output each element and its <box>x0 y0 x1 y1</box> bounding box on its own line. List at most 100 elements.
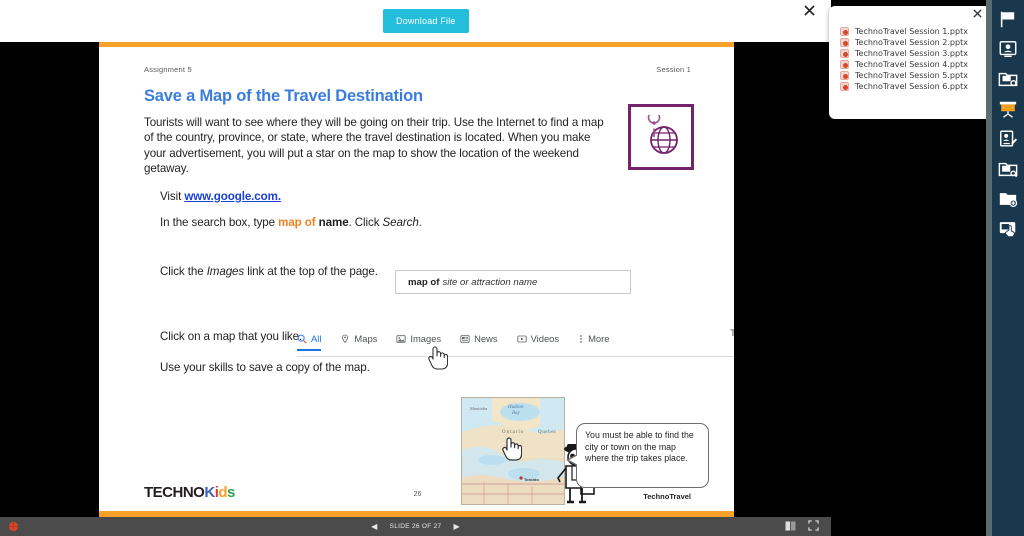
app-icon[interactable] <box>0 521 26 532</box>
step-search: In the search box, type map of name. Cli… <box>160 216 691 229</box>
search-icon <box>297 334 307 344</box>
more-vertical-icon <box>580 334 582 343</box>
page-view-icon[interactable] <box>785 518 796 536</box>
session-label: Session 1 <box>656 65 691 74</box>
logo-s: s <box>227 484 235 501</box>
powerpoint-icon <box>840 49 849 58</box>
google-tab-videos[interactable]: Videos <box>516 327 560 350</box>
svg-text:Hudson: Hudson <box>507 405 524 410</box>
map-pin-icon <box>342 334 349 343</box>
powerpoint-icon <box>840 38 849 47</box>
google-link[interactable]: www.google.com. <box>184 190 281 203</box>
viewer-top-bar: Download File <box>0 0 831 42</box>
globe-pin-icon <box>647 115 678 154</box>
file-name: TechnoTravel Session 1.pptx <box>855 27 968 36</box>
list-item[interactable]: TechnoTravel Session 4.pptx <box>829 59 990 70</box>
list-item[interactable]: TechnoTravel Session 1.pptx <box>829 26 990 37</box>
list-item[interactable]: TechnoTravel Session 6.pptx <box>829 81 990 92</box>
file-name: TechnoTravel Session 4.pptx <box>855 60 968 69</box>
file-name: TechnoTravel Session 6.pptx <box>855 82 968 91</box>
list-item[interactable]: TechnoTravel Session 3.pptx <box>829 48 990 59</box>
technokids-logo: TECHNOKids <box>144 484 235 501</box>
google-tab-images[interactable]: Images <box>396 327 441 350</box>
video-icon <box>516 335 527 342</box>
google-tab-more-label: More <box>588 333 610 344</box>
close-viewer-icon[interactable] <box>800 4 818 22</box>
powerpoint-icon <box>840 71 849 80</box>
keyword-map-of: map of <box>278 215 316 229</box>
google-tab-maps-label: Maps <box>354 333 378 344</box>
assignment-label: Assignment 5 <box>144 65 192 74</box>
step-search-suffix: . Click <box>348 215 383 229</box>
google-tab-maps[interactable]: Maps <box>340 327 377 350</box>
page-number: 26 <box>413 491 422 498</box>
logo-d: d <box>218 484 228 501</box>
next-slide-icon[interactable]: ▶ <box>453 522 459 531</box>
news-icon <box>460 334 470 343</box>
step-images-prefix: Click the <box>160 264 207 278</box>
folder-media-icon[interactable] <box>995 156 1021 182</box>
file-name: TechnoTravel Session 3.pptx <box>855 49 968 58</box>
previous-slide-icon[interactable]: ◀ <box>371 522 377 531</box>
attached-files-panel: TechnoTravel Session 1.pptx TechnoTravel… <box>829 6 990 119</box>
step-visit-prefix: Visit <box>160 189 185 203</box>
keyword-name: name <box>318 215 349 229</box>
google-tools-button[interactable]: Tools <box>730 327 734 350</box>
google-tab-more[interactable]: More <box>578 327 609 350</box>
step-visit: Visit www.google.com. <box>160 190 691 203</box>
slide-counter: SLIDE 26 OF 27 <box>389 523 442 530</box>
step-images-suffix: link at the top of the page. <box>244 264 378 278</box>
svg-text:Toronto: Toronto <box>524 477 539 482</box>
svg-text:Quebec: Quebec <box>538 430 557 435</box>
google-tab-news[interactable]: News <box>460 327 498 350</box>
step-search-period: . <box>418 215 422 229</box>
flag-icon[interactable] <box>995 6 1021 32</box>
logo-k: K <box>204 484 215 501</box>
step-search-prefix: In the search box, type <box>160 215 279 229</box>
page-footer: TECHNOKids 26 TechnoTravel <box>144 484 691 501</box>
svg-text:Bay: Bay <box>512 411 521 416</box>
folder-add-icon[interactable] <box>995 186 1021 212</box>
step-save-copy: Use your skills to save a copy of the ma… <box>160 360 370 374</box>
document-brand: TechnoTravel <box>643 492 691 501</box>
presentation-folder-icon[interactable] <box>995 66 1021 92</box>
file-name: TechnoTravel Session 5.pptx <box>855 71 968 80</box>
search-box-bold: map of <box>408 276 440 288</box>
whiteboard-icon[interactable] <box>995 96 1021 122</box>
tool-rail <box>992 0 1024 536</box>
keyword-images: Images <box>206 264 245 278</box>
logo-techno: TECHNO <box>144 484 205 501</box>
notebook-pencil-icon[interactable] <box>995 126 1021 152</box>
image-icon <box>396 334 406 343</box>
search-box-placeholder: site or attraction name <box>442 276 538 288</box>
powerpoint-icon <box>840 27 849 36</box>
google-tab-strip: All Maps Images News Videos More T <box>297 327 734 357</box>
powerpoint-icon <box>840 60 849 69</box>
page-header: Assignment 5 Session 1 <box>144 65 691 74</box>
powerpoint-icon <box>840 82 849 91</box>
google-tab-news-label: News <box>474 333 498 344</box>
certificate-icon[interactable] <box>995 36 1021 62</box>
viewer-view-controls <box>785 518 819 536</box>
page-title: Save a Map of the Travel Destination <box>144 87 423 105</box>
list-item[interactable]: TechnoTravel Session 5.pptx <box>829 70 990 81</box>
google-tab-images-label: Images <box>410 333 442 344</box>
speech-bubble: You must be able to find the city or tow… <box>566 423 709 488</box>
file-name: TechnoTravel Session 2.pptx <box>855 38 968 47</box>
google-search-box-mock[interactable]: map of site or attraction name <box>395 270 631 294</box>
list-item[interactable]: TechnoTravel Session 2.pptx <box>829 37 990 48</box>
document-page: Assignment 5 Session 1 Save a Map of the… <box>99 42 734 517</box>
download-file-button[interactable]: Download File <box>383 9 469 33</box>
keyword-search: Search <box>382 215 419 229</box>
globe-graphic <box>628 104 694 170</box>
svg-text:Manitoba: Manitoba <box>470 406 487 411</box>
screen-hand-icon[interactable] <box>995 216 1021 242</box>
document-viewer: Download File Assignment 5 Session 1 Sav… <box>0 0 1024 536</box>
viewer-bottom-bar: ◀ SLIDE 26 OF 27 ▶ <box>0 517 831 536</box>
close-files-panel-icon[interactable] <box>973 9 982 21</box>
google-tab-all-label: All <box>311 333 322 344</box>
fullscreen-icon[interactable] <box>808 518 819 536</box>
google-tab-videos-label: Videos <box>530 333 560 344</box>
svg-text:Ontario: Ontario <box>502 430 524 435</box>
google-tab-all[interactable]: All <box>297 327 322 351</box>
